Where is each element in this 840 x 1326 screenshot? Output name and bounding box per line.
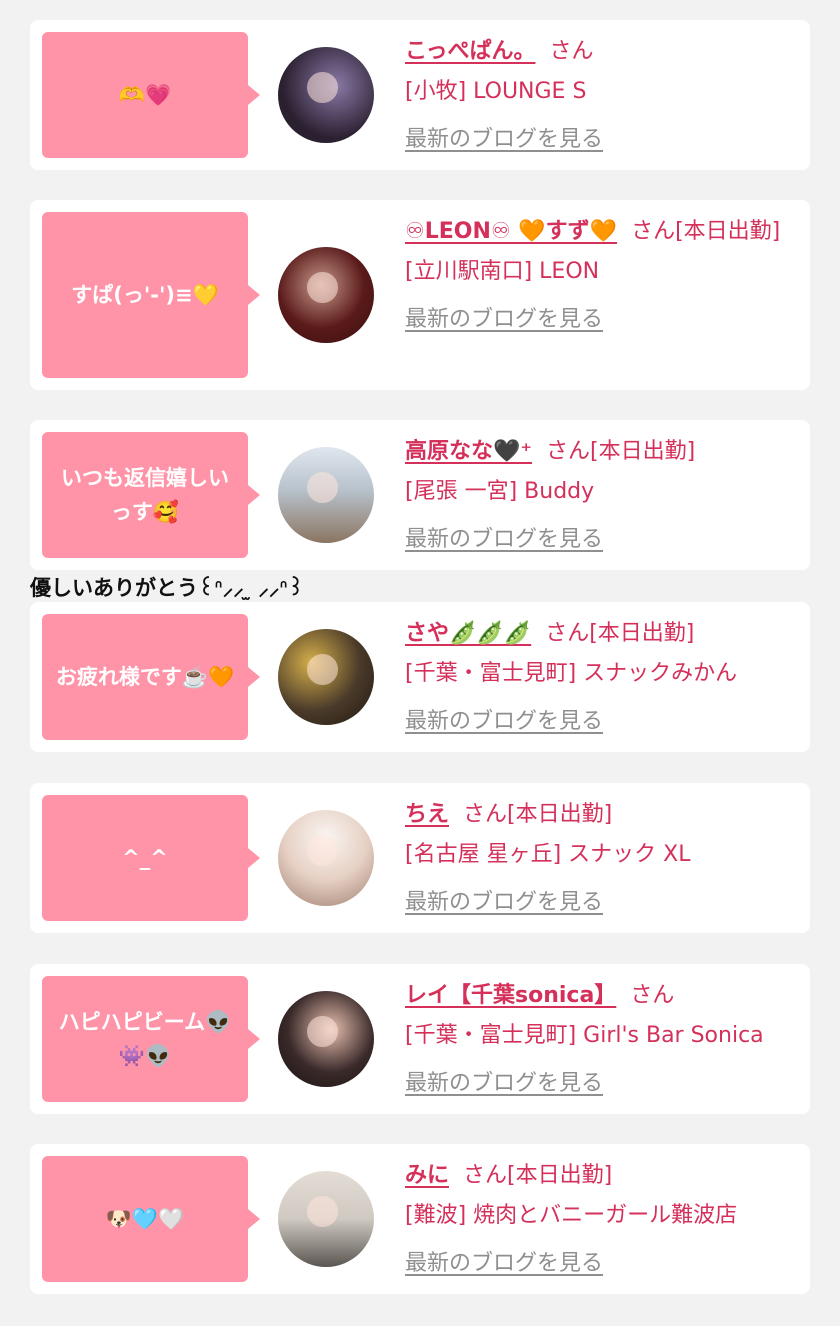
shop-name: [難波] 焼肉とバニーガール難波店 bbox=[405, 1203, 738, 1228]
message-bubble: 🐶🩵🤍 bbox=[42, 1156, 260, 1282]
message-card: お疲れ様です☕️🧡 さや🫛🫛🫛 さん[本日出勤] [千葉・富士見町] スナックみか… bbox=[30, 602, 810, 752]
cast-name-link[interactable]: さや🫛🫛🫛 bbox=[405, 621, 531, 646]
shop-name: [千葉・富士見町] スナックみかん bbox=[405, 661, 738, 686]
message-text: ハピハピビーム👽👾👽 bbox=[58, 1010, 232, 1068]
message-bubble: 🫶💗 bbox=[42, 32, 260, 158]
honorific: さん[本日出勤] bbox=[631, 219, 781, 244]
latest-blog-link[interactable]: 最新のブログを見る bbox=[405, 1071, 603, 1096]
message-text: 🐶🩵🤍 bbox=[105, 1207, 185, 1231]
latest-blog-link[interactable]: 最新のブログを見る bbox=[405, 127, 603, 152]
honorific: さん bbox=[549, 39, 594, 64]
shop-name: [立川駅南口] LEON bbox=[405, 259, 600, 284]
latest-blog-link[interactable]: 最新のブログを見る bbox=[405, 527, 603, 552]
cast-name-link[interactable]: ちえ bbox=[405, 802, 449, 827]
message-text: いつも返信嬉しいっす🥰 bbox=[61, 466, 229, 524]
avatar[interactable] bbox=[278, 247, 374, 343]
latest-blog-link[interactable]: 最新のブログを見る bbox=[405, 709, 603, 734]
honorific: さん[本日出勤] bbox=[545, 621, 695, 646]
message-card: 🫶💗 こっぺぱん。 さん [小牧] LOUNGE S 最新のブログを見る bbox=[30, 20, 810, 170]
message-card: ハピハピビーム👽👾👽 レイ【千葉sonica】 さん [千葉・富士見町] Girl… bbox=[30, 964, 810, 1114]
latest-blog-link[interactable]: 最新のブログを見る bbox=[405, 1251, 603, 1276]
message-bubble: いつも返信嬉しいっす🥰 bbox=[42, 432, 260, 558]
cast-name-link[interactable]: ♾LEON♾ 🧡すず🧡 bbox=[405, 219, 617, 244]
avatar[interactable] bbox=[278, 991, 374, 1087]
message-bubble: ^_^ bbox=[42, 795, 260, 921]
message-text: すぱ(っ'-')≡💛 bbox=[71, 283, 219, 307]
message-bubble: ハピハピビーム👽👾👽 bbox=[42, 976, 260, 1102]
message-card: すぱ(っ'-')≡💛 ♾LEON♾ 🧡すず🧡 さん[本日出勤] [立川駅南口] L… bbox=[30, 200, 810, 390]
message-text: 🫶💗 bbox=[118, 83, 172, 107]
message-card: ^_^ ちえ さん[本日出勤] [名古屋 星ヶ丘] スナック XL 最新のブログを… bbox=[30, 783, 810, 933]
message-overflow-text: 優しいありがとう꒰ᐢ⸝⸝ ̫ ⸝⸝ᐢ꒱ bbox=[30, 576, 305, 600]
avatar[interactable] bbox=[278, 629, 374, 725]
honorific: さん[本日出勤] bbox=[463, 802, 613, 827]
cast-name-link[interactable]: レイ【千葉sonica】 bbox=[405, 983, 616, 1008]
latest-blog-link[interactable]: 最新のブログを見る bbox=[405, 307, 603, 332]
shop-name: [千葉・富士見町] Girl's Bar Sonica bbox=[405, 1023, 764, 1048]
cast-name-link[interactable]: 高原なな🖤⁺ bbox=[405, 439, 532, 464]
cast-name-link[interactable]: こっぺぱん。 bbox=[405, 39, 535, 64]
message-text: お疲れ様です☕️🧡 bbox=[55, 665, 235, 689]
avatar[interactable] bbox=[278, 1171, 374, 1267]
shop-name: [尾張 一宮] Buddy bbox=[405, 479, 595, 504]
latest-blog-link[interactable]: 最新のブログを見る bbox=[405, 890, 603, 915]
avatar[interactable] bbox=[278, 810, 374, 906]
honorific: さん bbox=[630, 983, 675, 1008]
avatar[interactable] bbox=[278, 47, 374, 143]
message-bubble: お疲れ様です☕️🧡 bbox=[42, 614, 260, 740]
honorific: さん[本日出勤] bbox=[546, 439, 696, 464]
honorific: さん[本日出勤] bbox=[463, 1163, 613, 1188]
message-card: 🐶🩵🤍 みに さん[本日出勤] [難波] 焼肉とバニーガール難波店 最新のブログを… bbox=[30, 1144, 810, 1294]
cast-name-link[interactable]: みに bbox=[405, 1163, 449, 1188]
message-bubble: すぱ(っ'-')≡💛 bbox=[42, 212, 260, 378]
shop-name: [小牧] LOUNGE S bbox=[405, 79, 587, 104]
avatar[interactable] bbox=[278, 447, 374, 543]
message-card: いつも返信嬉しいっす🥰 高原なな🖤⁺ さん[本日出勤] [尾張 一宮] Buddy… bbox=[30, 420, 810, 570]
shop-name: [名古屋 星ヶ丘] スナック XL bbox=[405, 842, 691, 867]
message-text: ^_^ bbox=[122, 846, 168, 870]
